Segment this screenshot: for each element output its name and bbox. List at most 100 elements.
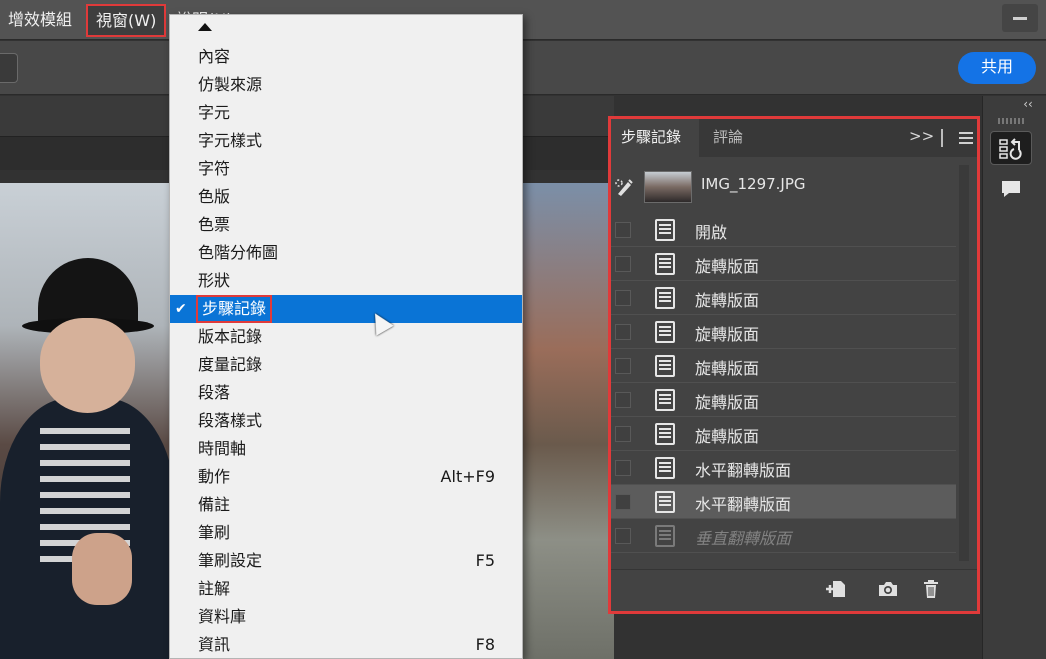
options-bar: 共用 <box>0 41 1046 95</box>
history-step-source-checkbox[interactable] <box>615 256 631 272</box>
menu-item-paragraph[interactable]: 段落 <box>170 379 522 407</box>
photo-figure-body <box>0 398 175 659</box>
scroll-up-arrow-icon[interactable] <box>198 23 212 31</box>
menu-item-label: 註解 <box>198 579 231 598</box>
document-icon <box>655 389 675 411</box>
menu-item-measurement-log[interactable]: 度量記錄 <box>170 351 522 379</box>
checkmark-icon: ✔ <box>175 301 187 317</box>
history-step-source-checkbox[interactable] <box>615 324 631 340</box>
trash-icon[interactable] <box>921 579 941 604</box>
menu-item-shapes[interactable]: 形狀 <box>170 267 522 295</box>
share-button[interactable]: 共用 <box>958 52 1036 84</box>
history-step[interactable]: 開啟 <box>611 213 956 247</box>
panel-menu-icon[interactable] <box>959 132 973 144</box>
menu-item-info[interactable]: 資訊 F8 <box>170 631 522 659</box>
camera-icon[interactable] <box>877 579 899 604</box>
window-menu-dropdown: 內容 仿製來源 字元 字元樣式 字符 色版 色票 色階分佈圖 形狀 ✔ 步驟記錄… <box>169 14 523 659</box>
menu-item-label: 形狀 <box>198 271 231 290</box>
history-panel-icon[interactable] <box>990 131 1032 165</box>
history-brush-icon[interactable] <box>615 177 635 201</box>
menu-item-label: 仿製來源 <box>198 75 263 94</box>
menu-window[interactable]: 視窗(W) <box>86 4 167 37</box>
history-step[interactable]: 旋轉版面 <box>611 383 956 417</box>
menu-plugins[interactable]: 增效模組 <box>2 6 78 34</box>
history-step-source-checkbox[interactable] <box>615 528 631 544</box>
history-step-label: 旋轉版面 <box>695 291 760 310</box>
history-step-label: 垂直翻轉版面 <box>695 529 792 548</box>
history-snapshot[interactable]: IMG_1297.JPG <box>611 163 956 207</box>
history-step-source-checkbox[interactable] <box>615 222 631 238</box>
menu-item-brush-settings[interactable]: 筆刷設定 F5 <box>170 547 522 575</box>
history-panel-header: 步驟記錄 評論 >> <box>611 119 977 157</box>
history-step[interactable]: 旋轉版面 <box>611 417 956 451</box>
menu-item-properties[interactable]: 內容 <box>170 43 522 71</box>
history-step[interactable]: 水平翻轉版面 <box>611 451 956 485</box>
history-step-label: 旋轉版面 <box>695 325 760 344</box>
menu-item-label: 色版 <box>198 187 231 206</box>
menu-item-label: 時間軸 <box>198 439 247 458</box>
tab-history[interactable]: 步驟記錄 <box>611 119 699 157</box>
history-step[interactable]: 旋轉版面 <box>611 349 956 383</box>
history-step[interactable]: 旋轉版面 <box>611 247 956 281</box>
dock-grip-handle[interactable] <box>998 118 1026 124</box>
more-panels-icon[interactable]: >> <box>909 127 934 145</box>
menu-item-character[interactable]: 字元 <box>170 99 522 127</box>
history-step-label: 旋轉版面 <box>695 359 760 378</box>
menu-item-label: 筆刷 <box>198 523 231 542</box>
history-step-undone[interactable]: 垂直翻轉版面 <box>611 519 956 553</box>
tool-preset-picker[interactable] <box>0 53 18 83</box>
photo-right-region <box>520 183 614 659</box>
menu-item-paragraph-styles[interactable]: 段落樣式 <box>170 407 522 435</box>
new-document-icon[interactable] <box>825 579 847 604</box>
history-step-source-checkbox[interactable] <box>615 290 631 306</box>
menu-item-glyphs[interactable]: 字符 <box>170 155 522 183</box>
menu-item-channels[interactable]: 色版 <box>170 183 522 211</box>
panel-separator <box>941 129 943 147</box>
menu-item-label: 步驟記錄 <box>196 295 273 323</box>
document-icon <box>655 423 675 445</box>
menu-item-label: 字符 <box>198 159 231 178</box>
history-scrollbar[interactable] <box>959 165 969 561</box>
history-step[interactable]: 旋轉版面 <box>611 315 956 349</box>
snapshot-label: IMG_1297.JPG <box>701 175 806 193</box>
document-icon <box>655 355 675 377</box>
menu-item-brushes[interactable]: 筆刷 <box>170 519 522 547</box>
document-icon <box>655 253 675 275</box>
history-step-source-checkbox[interactable] <box>615 358 631 374</box>
menu-item-version-history[interactable]: 版本記錄 <box>170 323 522 351</box>
menu-item-histogram[interactable]: 色階分佈圖 <box>170 239 522 267</box>
photo-figure-hand <box>72 533 132 605</box>
menu-item-shortcut: F5 <box>475 551 495 570</box>
menu-item-character-styles[interactable]: 字元樣式 <box>170 127 522 155</box>
document-icon <box>655 321 675 343</box>
history-step-source-checkbox[interactable] <box>615 426 631 442</box>
history-step[interactable]: 旋轉版面 <box>611 281 956 315</box>
menu-item-label: 段落樣式 <box>198 411 263 430</box>
menu-item-label: 色票 <box>198 215 231 234</box>
minimize-button[interactable] <box>1002 4 1038 32</box>
history-step-selected[interactable]: 水平翻轉版面 <box>611 485 956 519</box>
collapse-panels-icon[interactable]: ‹‹ <box>1018 96 1038 112</box>
history-step-source-checkbox[interactable] <box>615 392 631 408</box>
history-step-source-checkbox[interactable] <box>615 494 631 510</box>
menu-item-label: 動作 <box>198 467 231 486</box>
menu-item-notes[interactable]: 備註 <box>170 491 522 519</box>
menu-item-actions[interactable]: 動作 Alt+F9 <box>170 463 522 491</box>
menu-item-label: 筆刷設定 <box>198 551 263 570</box>
menu-item-history[interactable]: ✔ 步驟記錄 <box>170 295 522 323</box>
menu-item-label: 色階分佈圖 <box>198 243 279 262</box>
menu-item-shortcut: Alt+F9 <box>440 467 495 486</box>
document-icon <box>655 457 675 479</box>
tab-comments[interactable]: 評論 <box>703 119 753 157</box>
history-step-source-checkbox[interactable] <box>615 460 631 476</box>
menu-item-swatches[interactable]: 色票 <box>170 211 522 239</box>
document-icon <box>655 491 675 513</box>
comment-icon[interactable] <box>990 172 1032 206</box>
menu-item-libraries[interactable]: 資料庫 <box>170 603 522 631</box>
menu-item-label: 段落 <box>198 383 231 402</box>
history-step-label: 水平翻轉版面 <box>695 495 792 514</box>
menu-item-comments[interactable]: 註解 <box>170 575 522 603</box>
menu-item-label: 資料庫 <box>198 607 247 626</box>
menu-item-timeline[interactable]: 時間軸 <box>170 435 522 463</box>
menu-item-clone-source[interactable]: 仿製來源 <box>170 71 522 99</box>
